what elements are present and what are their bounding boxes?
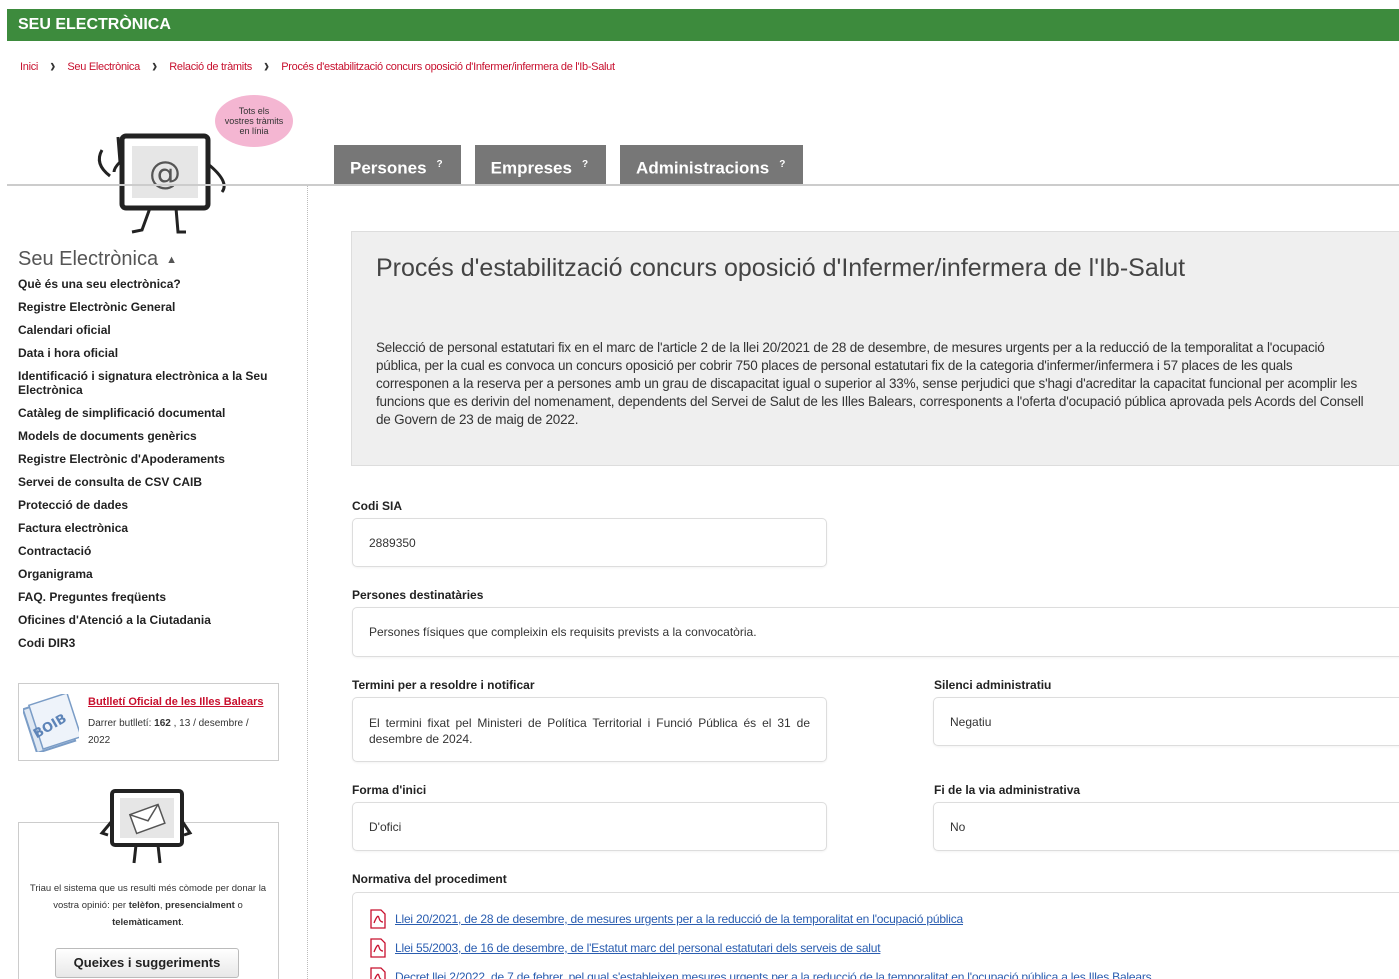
speech-bubble: Tots els vostres tràmits en línia xyxy=(215,95,293,147)
help-icon[interactable]: ? xyxy=(779,159,785,170)
opinion-text: Triau el sistema que us resulti més còmo… xyxy=(28,880,268,931)
forma-label: Forma d'inici xyxy=(352,783,427,797)
list-item: Llei 55/2003, de 16 de desembre, de l'Es… xyxy=(369,938,881,958)
pdf-icon xyxy=(370,938,386,958)
destinataries-field: Persones físiques que compleixin els req… xyxy=(352,607,1399,657)
normativa-list: Llei 20/2021, de 28 de desembre, de mesu… xyxy=(352,892,1399,979)
chevron-right-icon: › xyxy=(50,56,56,77)
sidebar-item-identificacio[interactable]: Identificació i signatura electrònica a … xyxy=(18,369,293,397)
tab-persones-label: Persones xyxy=(350,158,427,178)
sidebar-item-cataleg[interactable]: Catàleg de simplificació documental xyxy=(18,406,293,420)
silenci-label: Silenci administratiu xyxy=(934,678,1052,692)
normativa-label: Normativa del procediment xyxy=(352,872,507,886)
sidebar-item-organigrama[interactable]: Organigrama xyxy=(18,567,293,581)
normativa-link-3[interactable]: Decret llei 2/2022, de 7 de febrer, pel … xyxy=(395,970,1152,979)
collapse-arrow-icon[interactable]: ▲ xyxy=(166,254,177,266)
chevron-right-icon: › xyxy=(151,56,158,77)
tab-empreses[interactable]: Empreses? xyxy=(474,145,607,185)
page-title: Procés d'estabilització concurs oposició… xyxy=(376,254,1186,282)
bubble-line-3: en línia xyxy=(239,126,269,136)
termini-field: El termini fixat pel Ministeri de Políti… xyxy=(352,697,827,762)
page: SEU ELECTRÒNICA Inici › Seu Electrònica … xyxy=(0,0,1399,979)
destinataries-value: Persones físiques que compleixin els req… xyxy=(369,625,757,639)
pdf-icon xyxy=(370,967,386,979)
silenci-field: Negatiu xyxy=(933,697,1399,746)
sidebar-title-label: Seu Electrònica xyxy=(18,248,159,270)
sidebar-item-dir3[interactable]: Codi DIR3 xyxy=(18,636,293,650)
list-item: Decret llei 2/2022, de 7 de febrer, pel … xyxy=(369,967,1152,979)
queixes-button[interactable]: Queixes i suggeriments xyxy=(55,948,239,978)
bubble-line-2: vostres tràmits xyxy=(224,116,284,126)
codi-sia-value: 2889350 xyxy=(369,535,416,550)
fi-via-value: No xyxy=(950,819,966,834)
sidebar-item-faq[interactable]: FAQ. Preguntes freqüents xyxy=(18,590,293,604)
sidebar-divider xyxy=(307,186,308,979)
sidebar-item-models[interactable]: Models de documents genèrics xyxy=(18,429,293,443)
boib-latest: Darrer butlletí: 162 , 13 / desembre / 2… xyxy=(88,715,273,749)
forma-field: D'ofici xyxy=(352,802,827,851)
normativa-link-2[interactable]: Llei 55/2003, de 16 de desembre, de l'Es… xyxy=(395,941,881,955)
normativa-link-1[interactable]: Llei 20/2021, de 28 de desembre, de mesu… xyxy=(395,912,963,926)
boib-number: 162 xyxy=(154,718,171,729)
sidebar-item-oficines[interactable]: Oficines d'Atenció a la Ciutadania xyxy=(18,613,293,627)
tabs-divider xyxy=(7,184,1399,186)
chevron-right-icon: › xyxy=(263,56,270,77)
site-header[interactable]: SEU ELECTRÒNICA xyxy=(7,9,1399,41)
help-icon[interactable]: ? xyxy=(437,159,443,170)
breadcrumb-seu[interactable]: Seu Electrònica xyxy=(67,61,140,73)
sidebar-title[interactable]: Seu Electrònica ▲ xyxy=(18,248,293,271)
opinion-text-g: . xyxy=(181,917,184,928)
procedure-summary: Procés d'estabilització concurs oposició… xyxy=(351,231,1399,466)
sidebar: Seu Electrònica ▲ Què és una seu electrò… xyxy=(18,248,293,659)
breadcrumb-inici[interactable]: Inici xyxy=(20,61,38,73)
boib-card: BOIB Butlletí Oficial de les Illes Balea… xyxy=(18,683,279,761)
mail-computer-icon xyxy=(99,789,193,864)
tab-persones[interactable]: Persones? xyxy=(334,145,461,185)
tab-administracions[interactable]: Administracions? xyxy=(620,145,804,185)
opinion-text-d: presencialment xyxy=(165,900,235,911)
bubble-line-1: Tots els xyxy=(238,106,270,116)
forma-value: D'ofici xyxy=(369,819,402,834)
opinion-text-b: telèfon xyxy=(128,900,160,911)
tab-empreses-label: Empreses xyxy=(490,158,572,178)
sidebar-item-calendari[interactable]: Calendari oficial xyxy=(18,323,293,337)
list-item: Llei 20/2021, de 28 de desembre, de mesu… xyxy=(369,909,963,929)
sidebar-item-factura[interactable]: Factura electrònica xyxy=(18,521,293,535)
svg-text:@: @ xyxy=(149,154,181,192)
fi-via-label: Fi de la via administrativa xyxy=(934,783,1081,797)
pdf-icon xyxy=(370,909,386,929)
boib-prefix: Darrer butlletí: xyxy=(88,718,152,729)
fi-via-field: No xyxy=(933,802,1399,851)
termini-value: El termini fixat pel Ministeri de Políti… xyxy=(369,716,810,746)
opinion-text-f: telemàticament xyxy=(112,917,182,928)
sidebar-item-proteccio[interactable]: Protecció de dades xyxy=(18,498,293,512)
help-icon[interactable]: ? xyxy=(582,159,588,170)
sidebar-item-contractacio[interactable]: Contractació xyxy=(18,544,293,558)
sidebar-item-registre-general[interactable]: Registre Electrònic General xyxy=(18,300,293,314)
codi-sia-label: Codi SIA xyxy=(352,499,402,513)
opinion-text-e: o xyxy=(237,900,243,911)
sidebar-item-data-hora[interactable]: Data i hora oficial xyxy=(18,346,293,360)
boib-link[interactable]: Butlletí Oficial de les Illes Balears xyxy=(88,696,263,708)
codi-sia-field: 2889350 xyxy=(352,518,827,567)
audience-tabs: Persones? Empreses? Administracions? xyxy=(334,145,817,185)
opinion-text-c: , xyxy=(159,900,163,911)
breadcrumb-current: Procés d'estabilització concurs oposició… xyxy=(281,61,615,73)
tab-administracions-label: Administracions xyxy=(636,158,770,178)
destinataries-label: Persones destinatàries xyxy=(352,588,484,602)
site-title[interactable]: SEU ELECTRÒNICA xyxy=(18,16,171,33)
breadcrumb-relacio[interactable]: Relació de tràmits xyxy=(169,61,252,73)
sidebar-item-que-es[interactable]: Què és una seu electrònica? xyxy=(18,277,293,291)
sidebar-item-apoderaments[interactable]: Registre Electrònic d'Apoderaments xyxy=(18,452,293,466)
silenci-value: Negatiu xyxy=(950,714,992,729)
boib-logo-icon: BOIB xyxy=(23,694,79,752)
termini-label: Termini per a resoldre i notificar xyxy=(352,678,535,692)
sidebar-item-csv[interactable]: Servei de consulta de CSV CAIB xyxy=(18,475,293,489)
breadcrumb: Inici › Seu Electrònica › Relació de trà… xyxy=(20,56,615,77)
procedure-description: Selecció de personal estatutari fix en e… xyxy=(376,340,1364,427)
